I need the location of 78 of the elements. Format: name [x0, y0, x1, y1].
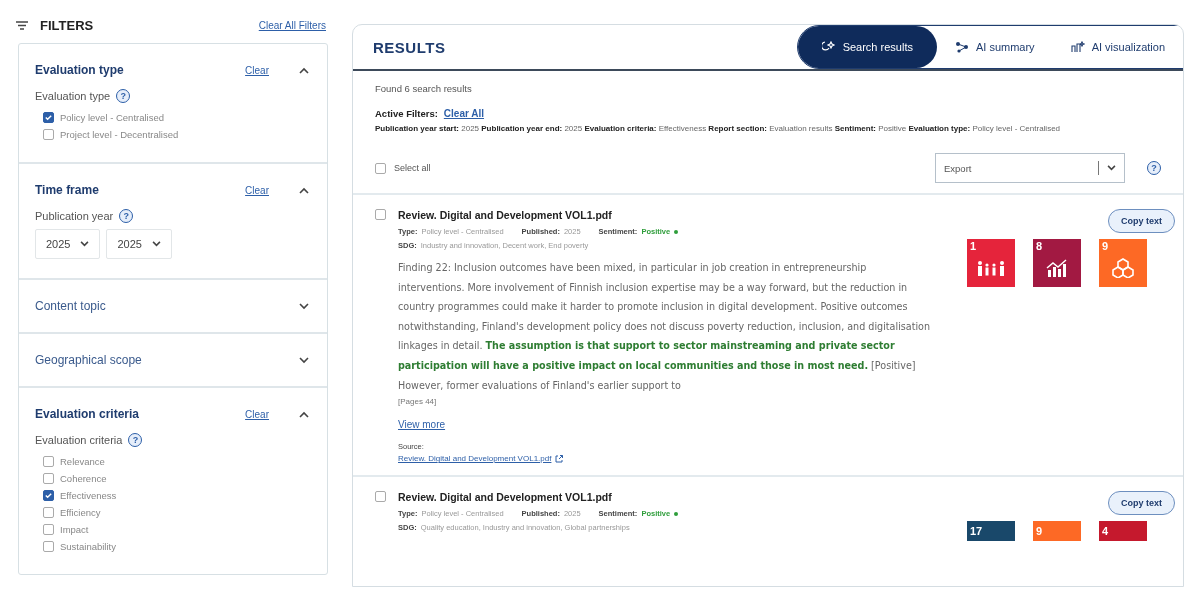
chevron-down-icon[interactable] — [299, 356, 309, 364]
page-reference: [Pages 44] — [398, 397, 438, 407]
checkbox[interactable] — [43, 456, 54, 467]
results-heading: RESULTS — [373, 38, 446, 56]
option-label: Effectiveness — [60, 490, 117, 501]
checkbox[interactable] — [43, 507, 54, 518]
section-title[interactable]: Time frame — [35, 183, 246, 197]
document-title: Review. Digital and Development VOL1.pdf — [398, 491, 613, 504]
chevron-down-icon — [1107, 165, 1116, 171]
clear-link[interactable]: Clear — [245, 184, 269, 196]
chart-sparkle-icon — [1070, 41, 1085, 53]
copy-text-button[interactable]: Copy text — [1108, 491, 1175, 516]
option-label: Policy level - Centralised — [60, 112, 164, 123]
chevron-down-icon[interactable] — [299, 302, 309, 310]
chevron-up-icon[interactable] — [299, 410, 309, 418]
chevron-down-icon — [151, 241, 161, 247]
view-more-link[interactable]: View more — [398, 419, 446, 431]
clear-all-link[interactable]: Clear All — [443, 108, 485, 119]
filters-heading: FILTERS — [40, 18, 94, 33]
result-count: Found 6 search results — [375, 83, 473, 94]
sdg-tile: 4 — [1099, 521, 1147, 542]
option-label: Coherence — [60, 473, 107, 484]
option-label: Project level - Decentralised — [60, 129, 179, 140]
year-select[interactable]: 2025 — [35, 229, 101, 259]
help-icon[interactable]: ? — [128, 433, 143, 447]
checkbox[interactable] — [43, 112, 54, 123]
source-link[interactable]: Review. Digital and Development VOL1.pdf — [398, 454, 552, 464]
checkbox[interactable] — [43, 129, 54, 140]
result-checkbox[interactable] — [375, 209, 386, 220]
select-all-checkbox[interactable] — [375, 162, 386, 174]
document-title: Review. Digital and Development VOL1.pdf — [398, 209, 613, 221]
option-label: Relevance — [60, 456, 105, 467]
copy-text-button[interactable]: Copy text — [1108, 209, 1175, 233]
result-checkbox[interactable] — [375, 491, 386, 503]
external-link-icon[interactable] — [555, 454, 564, 463]
sdg-tile: 9 — [1033, 521, 1081, 542]
option-label: Impact — [60, 524, 89, 535]
select-all-label: Select all — [394, 163, 431, 173]
help-icon[interactable]: ? — [116, 89, 131, 103]
sdg-tile: 1 — [967, 239, 1015, 287]
chevron-up-icon[interactable] — [299, 66, 309, 74]
sdg-tile: 8 — [1033, 239, 1081, 287]
help-icon[interactable]: ? — [1147, 161, 1161, 175]
sparkle-icon — [821, 41, 836, 53]
section-title[interactable]: Geographical scope — [35, 353, 299, 367]
finding-text: Finding 22: Inclusion outcomes have been mixed, in particular in job creation in entrepreneurship interventions. More involvement of Finnish inclusion expertise may be a way forward, but the reduction in country programmes could make it harder to promote inclusion in digital development. Positive outcomes notwithstanding, Finland's development policy does not discuss poverty reduction, inclusion, and digitalisation linkages in detail. The assumption is that support to sector mainstreaming and private sector participation will have a positive impact on local communities and those in most need. [Positive] However, former evaluations of Finland's earlier support to — [398, 261, 932, 393]
sdg-tile: 9 — [1099, 239, 1147, 287]
help-icon[interactable]: ? — [119, 209, 134, 223]
checkbox[interactable] — [43, 490, 54, 501]
clear-link[interactable]: Clear — [245, 408, 269, 420]
section-title[interactable]: Evaluation criteria — [35, 407, 246, 421]
active-filters-text: Publication year start: 2025 Publication year end: 2025 Evaluation criteria: Effectiveness Report section: Evaluation results Sentiment: Positive Evaluation type: Policy level - Centralised — [375, 123, 1062, 135]
section-title[interactable]: Evaluation type — [35, 63, 246, 77]
option-label: Efficiency — [60, 507, 101, 518]
checkbox[interactable] — [43, 524, 54, 535]
active-filters-label: Active Filters: — [375, 108, 438, 119]
chevron-down-icon — [80, 241, 90, 247]
nodes-icon — [954, 41, 969, 53]
clear-all-filters-link[interactable]: Clear All Filters — [258, 20, 326, 31]
clear-link[interactable]: Clear — [245, 64, 269, 76]
field-label: Evaluation type — [35, 90, 111, 102]
view-tab[interactable]: Search results — [797, 26, 937, 68]
export-select[interactable]: Export — [935, 153, 1125, 183]
field-label: Publication year — [35, 210, 114, 222]
section-title[interactable]: Content topic — [35, 299, 299, 313]
checkbox[interactable] — [43, 473, 54, 484]
option-label: Sustainability — [60, 541, 116, 552]
field-label: Evaluation criteria — [35, 434, 123, 446]
status-dot-icon — [674, 229, 679, 234]
chevron-up-icon[interactable] — [299, 186, 309, 194]
filter-icon — [16, 21, 28, 30]
status-dot-icon — [674, 511, 679, 516]
sdg-tile: 17 — [967, 521, 1015, 542]
family-icon — [976, 260, 1006, 276]
growth-chart-icon — [1046, 259, 1068, 277]
year-select[interactable]: 2025 — [106, 229, 172, 259]
checkbox[interactable] — [43, 541, 54, 552]
cubes-icon — [1112, 258, 1134, 278]
